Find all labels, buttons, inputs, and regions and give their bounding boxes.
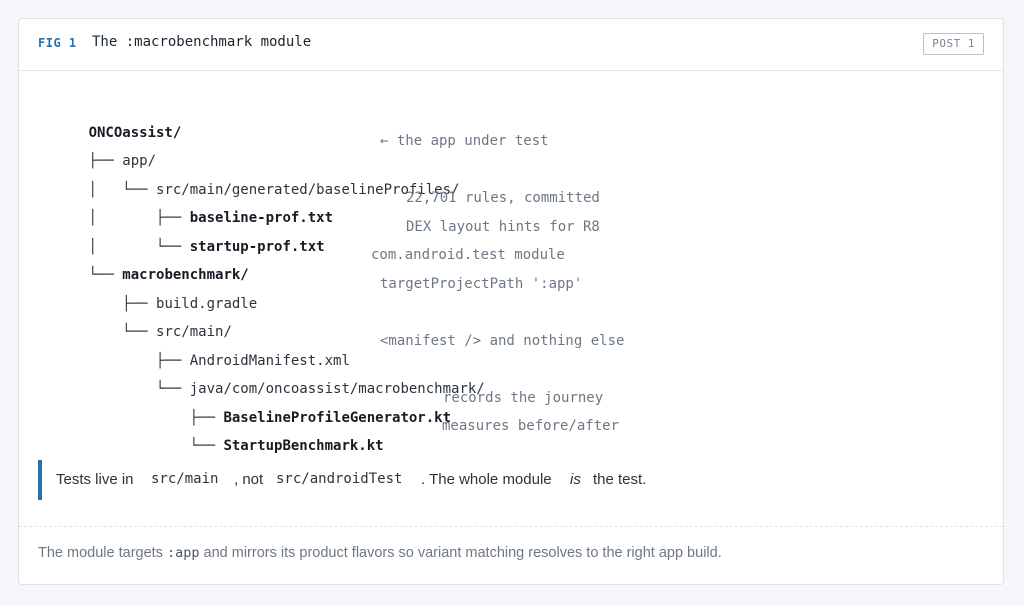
tree-comment: records the journey — [443, 389, 604, 406]
callout-text-2: , not — [234, 471, 264, 488]
tree-node-name: StartupBenchmark.kt — [223, 438, 384, 454]
figure-label: FIG 1 — [38, 36, 77, 50]
tree-row: └── src/main/ — [38, 302, 232, 340]
tree-row: ├── AndroidManifest.xml <manifest /> and… — [38, 331, 624, 369]
figure-title: The :macrobenchmark module — [92, 34, 312, 50]
figure-card: FIG 1 The :macrobenchmark module POST 1 … — [18, 18, 1004, 585]
tree-comment: targetProjectPath ':app' — [380, 275, 583, 292]
tree-row: │ ├── baseline-prof.txt 22,701 rules, co… — [38, 188, 600, 226]
callout-text-3: . The whole module — [421, 471, 552, 488]
tree-row: ├── BaselineProfileGenerator.kt records … — [38, 388, 603, 426]
tree-branch: └── — [88, 438, 224, 454]
callout-text-4: the test. — [593, 471, 647, 488]
caption-text: The module targets :app and mirrors its … — [38, 545, 722, 561]
callout-note: Tests live in src/main , not src/android… — [38, 460, 978, 500]
tree-comment: 22,701 rules, committed — [406, 190, 600, 206]
post-badge: POST 1 — [923, 33, 984, 55]
tree-comment: DEX layout hints for R8 — [406, 218, 600, 235]
figure-header: FIG 1 The :macrobenchmark module POST 1 — [19, 19, 1003, 71]
tree-row: └── StartupBenchmark.kt measures before/… — [38, 416, 619, 454]
figure-caption: The module targets :app and mirrors its … — [19, 526, 1003, 584]
tree-row: ├── build.gradle targetProjectPath ':app… — [38, 274, 582, 312]
tree-comment: measures before/after — [442, 418, 620, 434]
callout-code-src-main: src/main — [151, 471, 219, 487]
callout-text-1: Tests live in — [56, 471, 134, 488]
callout-emphasis: is — [570, 471, 581, 488]
tree-row: │ └── startup-prof.txt DEX layout hints … — [38, 217, 600, 255]
tree-comment: ← the app under test — [380, 133, 549, 149]
tree-row: │ └── src/main/generated/baselineProfile… — [38, 160, 460, 198]
tree-row: ├── app/ ← the app under test — [38, 131, 549, 169]
caption-part-1: The module targets — [38, 545, 167, 561]
tree-root: ONCOassist/ — [38, 103, 182, 141]
callout-code-src-androidtest: src/androidTest — [276, 471, 403, 487]
caption-part-2: and mirrors its product flavors so varia… — [199, 545, 722, 561]
caption-code-app: :app — [166, 545, 200, 561]
tree-comment: com.android.test module — [371, 247, 565, 263]
tree-comment: <manifest /> and nothing else — [380, 332, 625, 349]
tree-row: └── java/com/oncoassist/macrobenchmark/ — [38, 359, 485, 397]
tree-row: └── macrobenchmark/ com.android.test mod… — [38, 245, 565, 283]
